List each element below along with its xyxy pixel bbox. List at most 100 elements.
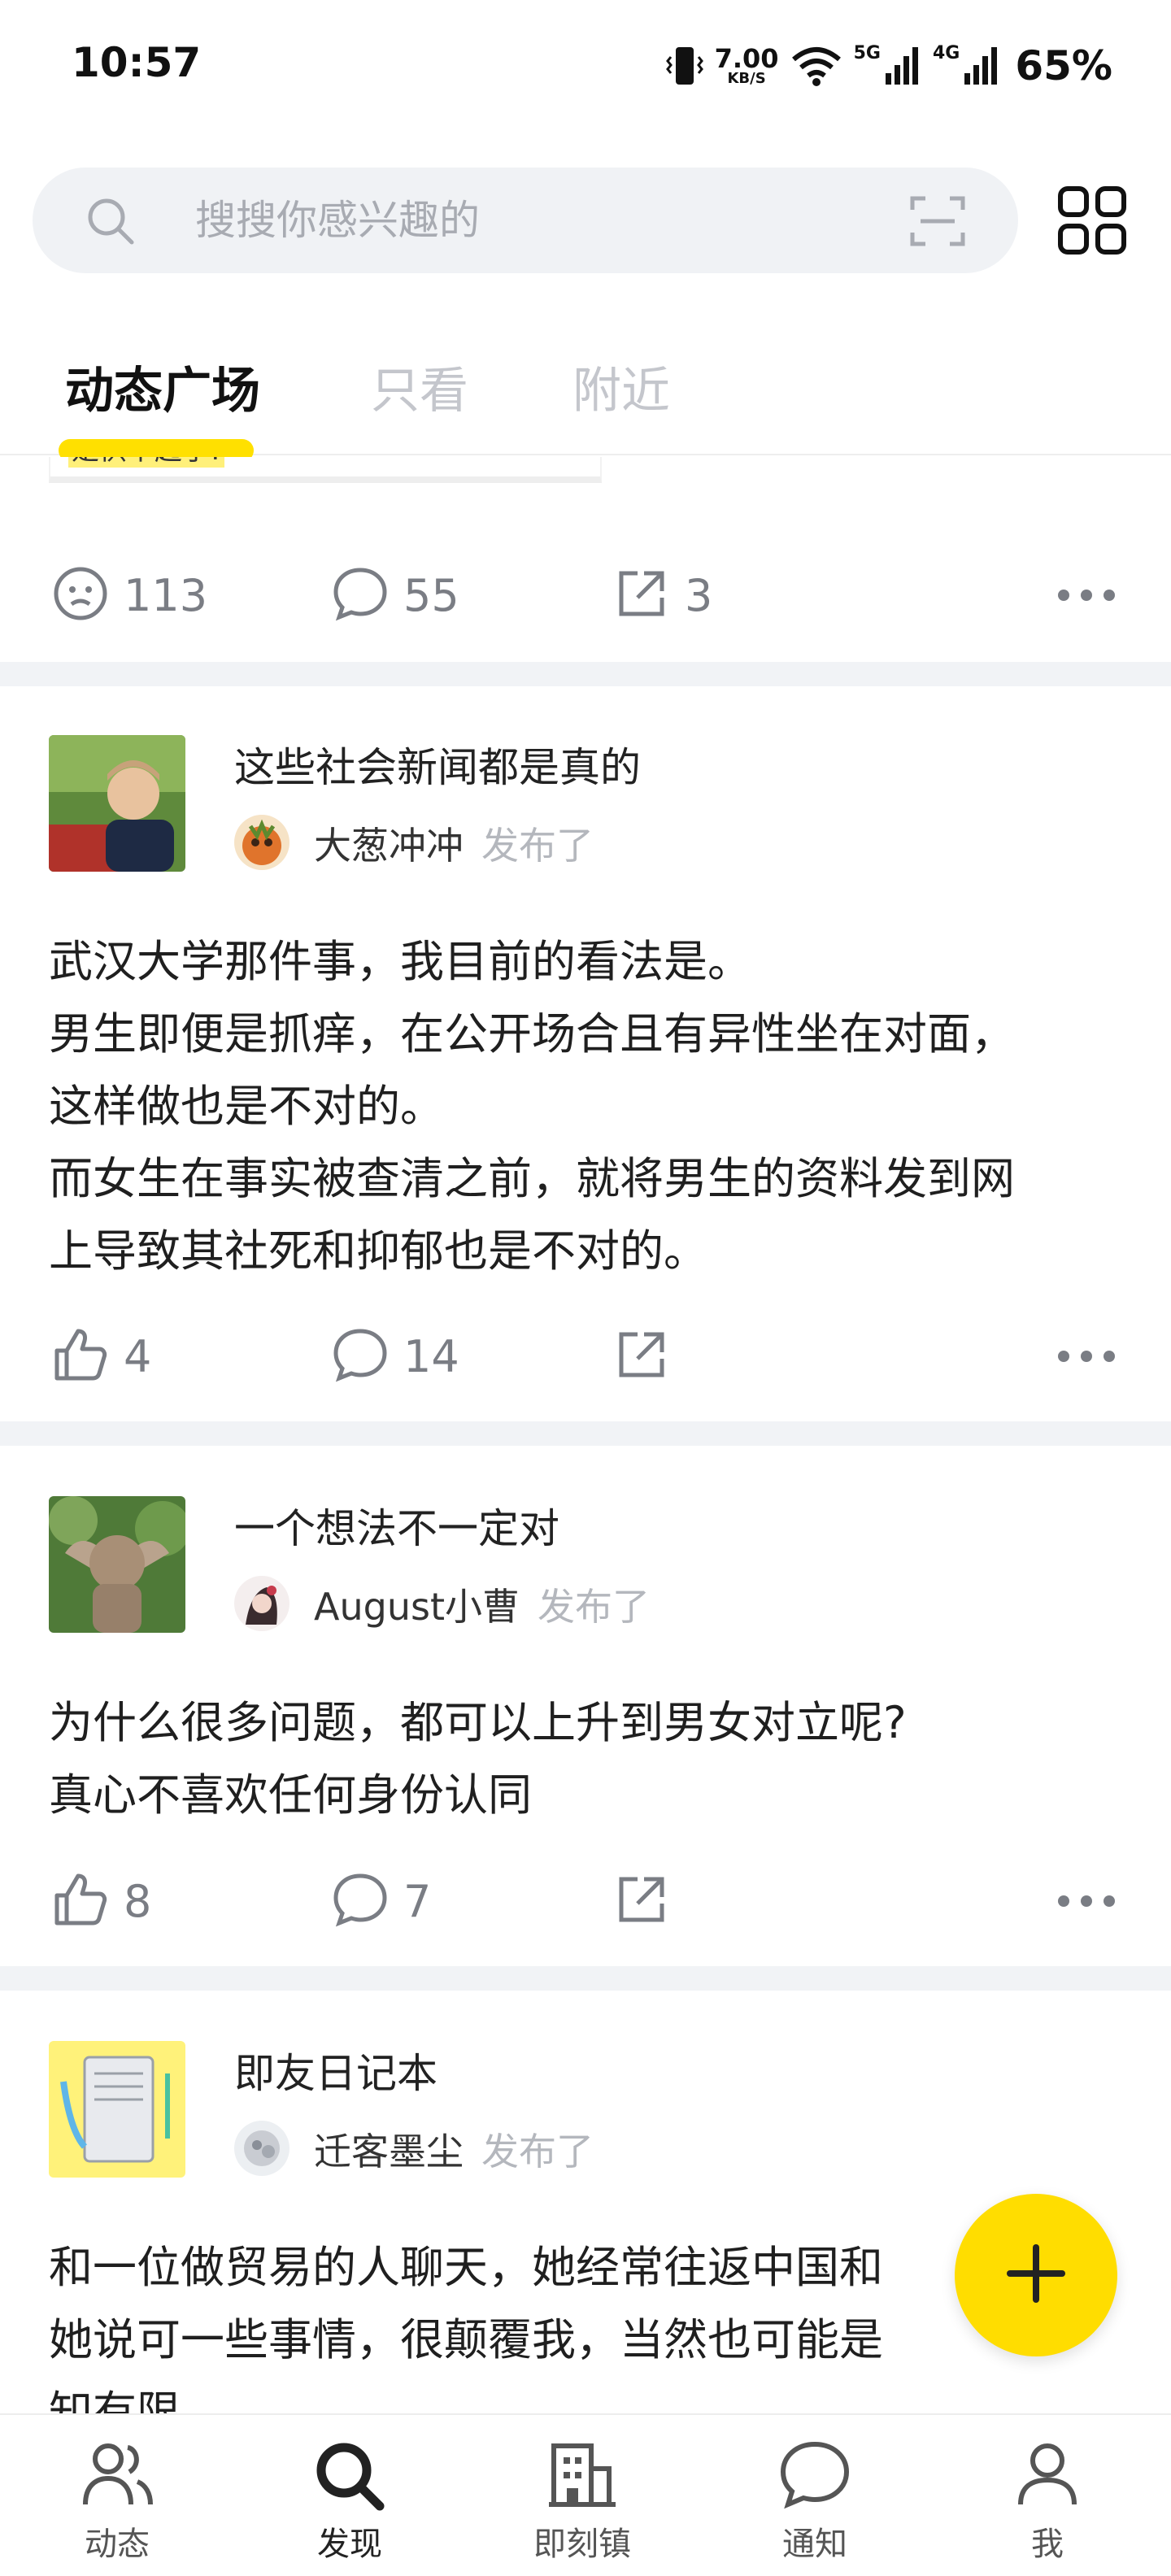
avatar[interactable] [234, 815, 289, 870]
reaction-button[interactable]: 113 [52, 555, 207, 636]
action-bar: 113 55 3 [0, 555, 1171, 636]
published-label: 发布了 [537, 1585, 650, 1629]
post-body[interactable]: 为什么很多问题，都可以上升到男女对立呢? 真心不喜欢任何身份认同 [49, 1686, 1130, 1831]
comment-icon [332, 1871, 389, 1931]
nav-item-notifications[interactable]: 通知 [734, 2415, 896, 2576]
grid-menu-icon[interactable] [1057, 185, 1127, 259]
nav-label: 即刻镇 [533, 2526, 631, 2563]
sim1-label: 5G [853, 42, 881, 63]
person-icon [1012, 2439, 1082, 2513]
search-input[interactable] [195, 168, 895, 273]
status-time: 10:57 [72, 39, 202, 86]
action-bar: 8 7 [0, 1860, 1171, 1942]
more-icon[interactable] [1057, 1348, 1116, 1368]
create-post-button[interactable] [955, 2194, 1117, 2356]
nav-item-discover[interactable]: 发现 [268, 2415, 431, 2576]
like-button[interactable]: 8 [52, 1860, 151, 1942]
quoted-image-card[interactable]: 是供不起了! ☺☺☺ [49, 457, 602, 483]
comment-count: 7 [403, 1875, 432, 1927]
signal-icon-2 [963, 46, 1000, 86]
nav-label: 通知 [782, 2526, 847, 2563]
net-speed-value: 7.00 [714, 43, 779, 74]
author-line: 大葱冲冲 发布了 [314, 816, 594, 870]
topic-thumbnail[interactable] [49, 735, 185, 872]
status-bar: 10:57 7.00 KB/S 5G 4G 65% [0, 0, 1171, 130]
post-line: 男生即便是抓痒，在公开场合且有异性坐在对面， [49, 1008, 1015, 1060]
feed-divider [0, 1421, 1171, 1446]
smiley-icon [52, 565, 109, 625]
wifi-icon [790, 45, 842, 87]
grin-emoji-icon: ☺☺☺ [272, 457, 363, 462]
comment-button[interactable]: 7 [332, 1860, 431, 1942]
comment-icon [332, 1326, 389, 1386]
author-line: August小曹 发布了 [314, 1577, 650, 1631]
reaction-count: 113 [124, 569, 208, 621]
author-name[interactable]: August小曹 [314, 1585, 520, 1629]
share-icon [613, 565, 670, 625]
feed[interactable]: 是供不起了! ☺☺☺ 113 55 3 [0, 457, 1171, 2413]
comment-button[interactable]: 55 [332, 555, 459, 636]
net-speed: 7.00 KB/S [715, 46, 779, 86]
bottom-nav: 动态 发现 即刻镇 通知 我 [0, 2413, 1171, 2576]
share-icon [613, 1871, 670, 1931]
nav-label: 动态 [85, 2526, 150, 2563]
people-icon [81, 2439, 154, 2513]
author-name[interactable]: 大葱冲冲 [314, 824, 464, 868]
nav-item-town[interactable]: 即刻镇 [501, 2415, 664, 2576]
net-speed-unit: KB/S [727, 70, 766, 87]
topic-thumbnail[interactable] [49, 2041, 185, 2178]
tab-follow-only[interactable]: 只看 [371, 351, 468, 422]
post-line: 为什么很多问题，都可以上升到男女对立呢? [49, 1697, 907, 1748]
nav-item-feed[interactable]: 动态 [36, 2415, 198, 2576]
more-icon[interactable] [1057, 587, 1116, 607]
more-icon[interactable] [1057, 1893, 1116, 1912]
topic-title[interactable]: 这些社会新闻都是真的 [234, 735, 641, 794]
like-button[interactable]: 4 [52, 1316, 151, 1397]
chat-bubble-icon [778, 2439, 851, 2513]
post-line: 这样做也是不对的。 [49, 1081, 444, 1132]
feed-divider [0, 662, 1171, 686]
share-icon [613, 1326, 670, 1386]
share-button[interactable]: 3 [613, 555, 712, 636]
action-bar: 4 14 [0, 1316, 1171, 1397]
feed-divider [0, 1966, 1171, 1991]
search-bar[interactable] [33, 168, 1018, 273]
share-count: 3 [685, 569, 713, 621]
status-icons: 7.00 KB/S 5G 4G 65% [665, 37, 1112, 94]
topic-title[interactable]: 即友日记本 [234, 2041, 437, 2100]
nav-item-me[interactable]: 我 [966, 2415, 1129, 2576]
avatar[interactable] [234, 1576, 289, 1631]
share-button[interactable] [613, 1860, 670, 1942]
building-icon [546, 2439, 619, 2513]
topic-title[interactable]: 一个想法不一定对 [234, 1496, 559, 1555]
comment-count: 14 [403, 1330, 459, 1382]
post-line: 武汉大学那件事，我目前的看法是。 [49, 936, 751, 987]
signal-icon [884, 46, 921, 86]
thumbs-up-icon [52, 1871, 109, 1931]
search-icon [85, 195, 137, 250]
sim2-label: 4G [932, 42, 960, 63]
thumbs-up-icon [52, 1326, 109, 1386]
author-name[interactable]: 迁客墨尘 [314, 2130, 464, 2174]
published-label: 发布了 [481, 2130, 594, 2174]
share-button[interactable] [613, 1316, 670, 1397]
post-body[interactable]: 武汉大学那件事，我目前的看法是。 男生即便是抓痒，在公开场合且有异性坐在对面， … [49, 925, 1130, 1287]
vibrate-icon [665, 44, 703, 88]
tab-nearby[interactable]: 附近 [572, 351, 670, 422]
like-count: 8 [124, 1875, 152, 1927]
scan-icon[interactable] [909, 195, 966, 250]
comment-count: 55 [403, 569, 459, 621]
post-line: 真心不喜欢任何身份认同 [49, 1769, 532, 1821]
like-count: 4 [124, 1330, 152, 1382]
author-line: 迁客墨尘 发布了 [314, 2122, 594, 2176]
post-line: 上导致其社死和抑郁也是不对的。 [49, 1225, 707, 1277]
nav-label: 我 [1031, 2526, 1064, 2563]
tab-plaza[interactable]: 动态广场 [65, 351, 260, 422]
nav-label: 发现 [317, 2526, 382, 2563]
battery-level: 65% [1015, 42, 1112, 89]
comment-button[interactable]: 14 [332, 1316, 459, 1397]
post-line: 而女生在事实被查清之前，就将男生的资料发到网 [49, 1153, 1015, 1204]
avatar[interactable] [234, 2121, 289, 2176]
topic-thumbnail[interactable] [49, 1496, 185, 1633]
quote-text: 是供不起了! [68, 457, 224, 468]
